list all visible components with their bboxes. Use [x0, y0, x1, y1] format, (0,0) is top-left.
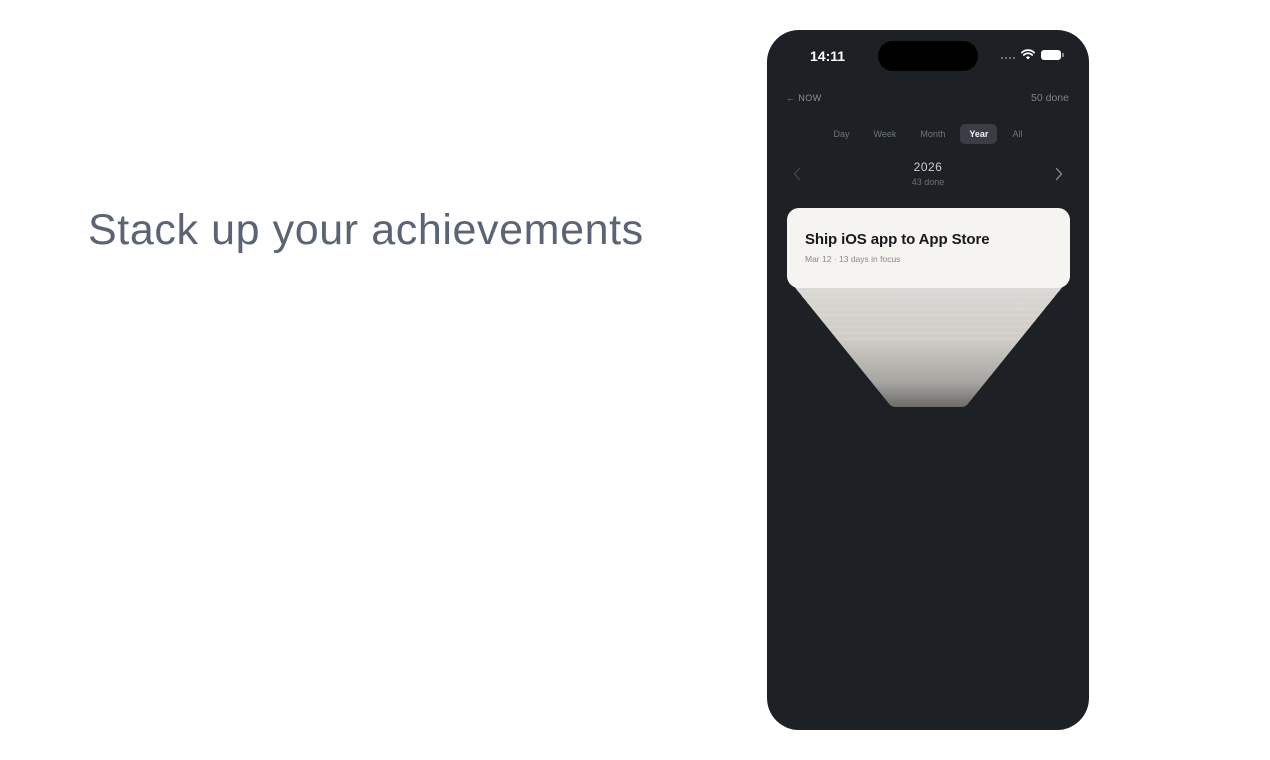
- dynamic-island: [878, 41, 978, 71]
- done-total-count: 50 done: [1031, 92, 1069, 104]
- achievement-meta: Mar 12 · 13 days in focus: [805, 254, 901, 264]
- tab-all[interactable]: All: [1003, 124, 1031, 144]
- battery-icon: [1041, 49, 1064, 60]
- marketing-headline: Stack up your achievements: [88, 206, 644, 254]
- signal-dots-icon: [1001, 56, 1015, 59]
- tab-day[interactable]: Day: [825, 124, 859, 144]
- status-time: 14:11: [810, 48, 846, 64]
- period-header: 2026 43 done: [767, 160, 1089, 187]
- wifi-icon: [1021, 49, 1035, 60]
- back-now-button[interactable]: ← NOW: [786, 93, 822, 103]
- period-tabs: Day Week Month Year All: [767, 124, 1089, 144]
- tab-year[interactable]: Year: [960, 124, 998, 144]
- screen: Stack up your achievements 14:11 ← NOW 5…: [0, 0, 1270, 760]
- chevron-right-icon[interactable]: [1054, 167, 1064, 181]
- status-icons: [1001, 49, 1064, 60]
- back-now-label: NOW: [798, 93, 822, 103]
- period-label: 2026: [913, 160, 943, 174]
- achievement-card-stack[interactable]: [787, 285, 1070, 410]
- tab-month[interactable]: Month: [911, 124, 954, 144]
- tab-week[interactable]: Week: [865, 124, 906, 144]
- arrow-left-icon: ←: [786, 93, 796, 103]
- phone-frame: 14:11 ← NOW 50 done Day Week Month Year …: [767, 30, 1089, 730]
- achievement-title: Ship iOS app to App Store: [805, 231, 990, 248]
- top-achievement-card[interactable]: Ship iOS app to App Store Mar 12 · 13 da…: [787, 208, 1070, 288]
- period-done-count: 43 done: [911, 177, 945, 187]
